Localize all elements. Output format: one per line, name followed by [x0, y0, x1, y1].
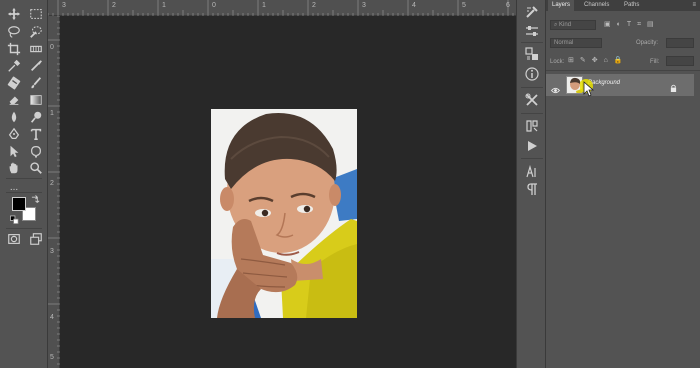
filter-kind-select[interactable]: ⌕ Kind — [550, 20, 596, 30]
lasso-tool-icon[interactable] — [6, 24, 22, 40]
layer-row-background[interactable]: Background — [546, 74, 694, 96]
quick-selection-tool-icon[interactable] — [28, 24, 44, 40]
libraries-icon[interactable] — [525, 47, 539, 61]
adjustments-icon[interactable] — [525, 24, 539, 38]
lock-icons[interactable]: ⊞✎✥⌂🔒 — [568, 56, 629, 64]
document-image[interactable] — [211, 109, 357, 318]
visibility-eye-icon[interactable] — [550, 81, 561, 99]
ruler-label: 0 — [50, 44, 54, 51]
ruler-label: 3 — [362, 2, 366, 9]
brush-settings-icon[interactable] — [525, 5, 539, 19]
opacity-label: Opacity: — [636, 40, 659, 46]
move-tool-icon[interactable] — [6, 6, 22, 22]
tab-channels[interactable]: Channels — [580, 0, 613, 11]
crop-tool-icon[interactable] — [6, 41, 22, 57]
ruler-label: 3 — [62, 2, 66, 9]
hand-tool-icon[interactable] — [6, 160, 22, 176]
mouse-cursor — [579, 78, 598, 103]
eraser-tool-icon[interactable] — [6, 92, 22, 108]
path-selection-tool-icon[interactable] — [6, 143, 22, 159]
filter-kind-label: Kind — [559, 22, 572, 28]
ruler-label: 1 — [262, 2, 266, 9]
ruler-label: 4 — [412, 2, 416, 9]
custom-shape-tool-icon[interactable] — [28, 143, 44, 159]
info-icon[interactable] — [525, 67, 539, 81]
quick-mask-icon[interactable] — [6, 231, 22, 247]
paragraph-icon[interactable] — [525, 182, 539, 196]
blend-mode-select[interactable]: Normal — [550, 38, 602, 48]
tools-panel: ... — [0, 0, 48, 368]
panel-icon-strip — [516, 0, 546, 368]
vertical-ruler: 0 1 2 3 4 5 — [48, 16, 60, 368]
tab-paths[interactable]: Paths — [620, 0, 643, 11]
frame-tool-icon[interactable] — [28, 41, 44, 57]
ruler-label: 5 — [462, 2, 466, 9]
ruler-label: 1 — [50, 110, 54, 117]
brush-tool-icon[interactable] — [6, 75, 22, 91]
swap-colors-icon[interactable] — [31, 194, 40, 203]
ruler-label: 2 — [50, 180, 54, 187]
filter-icons[interactable]: ▣◐T⌗▤ — [604, 20, 660, 29]
opacity-field[interactable] — [666, 38, 694, 48]
ruler-label: 0 — [212, 2, 216, 9]
lock-label: Lock: — [550, 59, 565, 65]
ruler-label: 5 — [50, 354, 54, 361]
dodge-tool-icon[interactable] — [28, 109, 44, 125]
foreground-color-swatch[interactable] — [12, 197, 26, 211]
ruler-label: 3 — [50, 248, 54, 255]
fill-label: Fill: — [650, 59, 660, 65]
edit-toolbar-icon[interactable]: ... — [6, 180, 22, 196]
panel-menu-icon[interactable]: ≡ — [692, 0, 696, 11]
ruler-label: 4 — [50, 314, 54, 321]
ruler-label: 1 — [162, 2, 166, 9]
photoshop-window: ... 3 2 1 0 1 2 3 4 5 6 0 1 2 3 4 5 Laye… — [0, 0, 700, 368]
ruler-label: 6 — [506, 2, 510, 9]
document-canvas[interactable] — [60, 16, 516, 368]
panel-tabs: Layers Channels Paths ≡ — [546, 0, 700, 11]
tools-icon[interactable] — [525, 93, 539, 107]
fill-field[interactable] — [666, 56, 694, 66]
layer-lock-icon — [670, 80, 677, 98]
type-tool-icon[interactable] — [28, 126, 44, 142]
default-colors-icon[interactable] — [10, 215, 19, 224]
pen-tool-icon[interactable] — [6, 126, 22, 142]
tab-layers[interactable]: Layers — [548, 0, 575, 11]
character-icon[interactable] — [525, 164, 539, 179]
clone-stamp-tool-icon[interactable] — [28, 75, 44, 91]
play-icon[interactable] — [525, 139, 539, 153]
eyedropper-tool-icon[interactable] — [6, 58, 22, 74]
zoom-tool-icon[interactable] — [28, 160, 44, 176]
gradient-tool-icon[interactable] — [28, 92, 44, 108]
healing-brush-tool-icon[interactable] — [28, 58, 44, 74]
screen-mode-icon[interactable] — [28, 231, 44, 247]
horizontal-ruler: 3 2 1 0 1 2 3 4 5 6 — [48, 0, 516, 16]
ruler-label: 2 — [112, 2, 116, 9]
character-styles-icon[interactable] — [525, 119, 539, 133]
layers-panel: Layers Channels Paths ≡ ⌕ Kind ▣◐T⌗▤ Nor… — [546, 0, 700, 368]
blur-tool-icon[interactable] — [6, 109, 22, 125]
ruler-label: 2 — [312, 2, 316, 9]
marquee-tool-icon[interactable] — [28, 6, 44, 22]
